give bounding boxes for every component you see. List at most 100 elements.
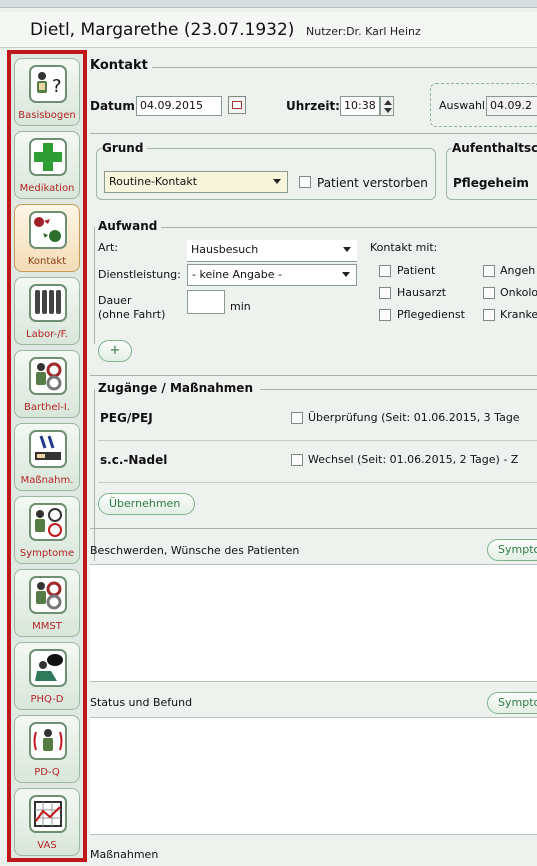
grund-select[interactable]: Routine-Kontakt	[104, 171, 288, 193]
kontakt-patient-checkbox[interactable]	[379, 265, 391, 277]
sidebar-item-massnahmen[interactable]: Maßnahm.	[14, 423, 80, 491]
add-aufwand-button[interactable]: +	[98, 340, 132, 362]
zugaenge-title: Zugänge / Maßnahmen	[98, 381, 257, 395]
spin-down-icon	[384, 108, 392, 113]
sidebar-item-kontakt[interactable]: Kontakt	[14, 204, 80, 272]
sidebar-item-label: Medikation	[19, 183, 75, 194]
person-gears-icon	[29, 576, 67, 614]
auswahl-box: Auswahl: 04.09.2	[430, 83, 537, 127]
zugang-row-divider	[98, 440, 537, 441]
dauer-label: Dauer	[98, 294, 132, 307]
dienstleistung-select-value: - keine Angabe -	[192, 268, 282, 281]
status-label: Status und Befund	[90, 696, 193, 709]
dauer-field[interactable]	[187, 290, 225, 314]
sidebar-item-symptome[interactable]: Symptome	[14, 496, 80, 564]
chevron-down-icon	[342, 272, 350, 277]
dienstleistung-select[interactable]: - keine Angabe -	[187, 264, 357, 286]
uhrzeit-field[interactable]: 10:38	[340, 96, 380, 116]
person-question-icon: ?	[29, 65, 67, 103]
beschwerden-symptome-button[interactable]: Sympto	[487, 539, 537, 561]
zugang-text: Wechsel (Seit: 01.06.2015, 2 Tage) - Z	[308, 453, 519, 466]
uhrzeit-label: Uhrzeit:	[286, 99, 340, 113]
test-tubes-icon	[29, 284, 67, 322]
kontakt-divider	[90, 133, 537, 134]
sidebar-item-phq-d[interactable]: PHQ-D	[14, 642, 80, 710]
sidebar-item-label: Basisbogen	[18, 110, 76, 121]
person-gears-icon	[29, 357, 67, 395]
conversation-icon	[29, 211, 67, 249]
zugang-name: PEG/PEJ	[100, 411, 153, 425]
auswahl-label: Auswahl:	[439, 99, 489, 112]
kontakt-hausarzt-label: Hausarzt	[397, 286, 447, 299]
zugaenge-rule	[260, 389, 537, 390]
header-bar: Dietl, Margarethe (23.07.1932) Nutzer:Dr…	[0, 12, 537, 48]
kontakt-krankenhaus-checkbox[interactable]	[483, 309, 495, 321]
kontakt-krankenhaus-label: Kranke	[500, 308, 537, 321]
auswahl-field[interactable]: 04.09.2	[486, 96, 537, 116]
beschwerden-label: Beschwerden, Wünsche des Patienten	[90, 544, 300, 557]
aufwand-title: Aufwand	[98, 219, 162, 233]
massnahmen-label: Maßnahmen	[90, 848, 159, 861]
sidebar-item-pd-q[interactable]: PD-Q	[14, 715, 80, 783]
verstorben-label: Patient verstorben	[317, 176, 428, 190]
art-select[interactable]: Hausbesuch	[187, 240, 357, 262]
sidebar-item-vas[interactable]: VAS	[14, 788, 80, 856]
kontakt-hausarzt-checkbox[interactable]	[379, 287, 391, 299]
zugang-name: s.c.-Nadel	[100, 453, 168, 467]
user-label: Nutzer:Dr. Karl Heinz	[306, 25, 421, 38]
kontakt-pflegedienst-checkbox[interactable]	[379, 309, 391, 321]
chevron-down-icon	[343, 247, 351, 252]
chevron-down-icon	[273, 179, 281, 184]
status-symptome-button[interactable]: Sympto	[487, 692, 537, 714]
art-label: Art:	[98, 241, 119, 254]
sidebar-item-label: PHQ-D	[30, 694, 64, 705]
datum-label: Datum:	[90, 99, 140, 113]
uebernehmen-button[interactable]: Übernehmen	[98, 493, 195, 515]
status-textarea[interactable]	[90, 717, 537, 835]
main-panel: Kontakt Datum: 04.09.2015 Uhrzeit: 10:38…	[90, 50, 537, 866]
calendar-icon	[232, 101, 242, 109]
dauer-unit: min	[230, 300, 251, 313]
patient-bed-icon	[29, 430, 67, 468]
beschwerden-divider	[90, 528, 537, 529]
person-faces-icon	[29, 503, 67, 541]
zugang-checkbox[interactable]	[291, 454, 303, 466]
aufenthalt-group	[446, 148, 537, 200]
zugang-checkbox[interactable]	[291, 412, 303, 424]
sidebar-item-mmst[interactable]: MMST	[14, 569, 80, 637]
kontakt-pflegedienst-label: Pflegedienst	[397, 308, 465, 321]
kontakt-onkologe-checkbox[interactable]	[483, 287, 495, 299]
chart-grid-icon	[29, 795, 67, 833]
grund-select-value: Routine-Kontakt	[109, 175, 198, 188]
sidebar-item-label: MMST	[32, 621, 62, 632]
beschwerden-textarea[interactable]	[90, 564, 537, 682]
module-sidebar: ? Basisbogen Medikation Kontakt Labor-/F…	[7, 50, 87, 862]
sidebar-item-label: PD-Q	[34, 767, 60, 778]
kontakt-angehoerige-label: Angeh	[500, 264, 536, 277]
sidebar-item-label: Barthel-I.	[23, 402, 71, 413]
kontakt-title: Kontakt	[90, 58, 152, 73]
dauer-label-sub: (ohne Fahrt)	[98, 308, 166, 321]
aufwand-left-rule	[94, 227, 95, 344]
sidebar-item-labor[interactable]: Labor-/F.	[14, 277, 80, 345]
window-top-strip	[0, 0, 537, 8]
art-select-value: Hausbesuch	[191, 243, 259, 256]
verstorben-checkbox[interactable]	[299, 176, 311, 188]
depressed-person-icon	[29, 649, 67, 687]
sidebar-item-basisbogen[interactable]: ? Basisbogen	[14, 58, 80, 126]
zugang-row-divider	[98, 482, 537, 483]
datum-field[interactable]: 04.09.2015	[136, 96, 222, 116]
sidebar-item-barthel[interactable]: Barthel-I.	[14, 350, 80, 418]
sidebar-item-medikation[interactable]: Medikation	[14, 131, 80, 199]
aufwand-rule	[150, 227, 537, 228]
dienstleistung-label: Dienstleistung:	[98, 268, 181, 281]
aufenthalt-value: Pflegeheim	[453, 176, 529, 190]
uhrzeit-spinner[interactable]	[380, 96, 394, 116]
kontakt-patient-label: Patient	[397, 264, 436, 277]
kontakt-angehoerige-checkbox[interactable]	[483, 265, 495, 277]
spin-up-icon	[384, 100, 392, 105]
sidebar-item-label: VAS	[37, 840, 57, 851]
patient-title: Dietl, Margarethe (23.07.1932)	[30, 20, 295, 40]
kontakt-onkologe-label: Onkolo	[500, 286, 537, 299]
calendar-button[interactable]	[228, 96, 246, 114]
